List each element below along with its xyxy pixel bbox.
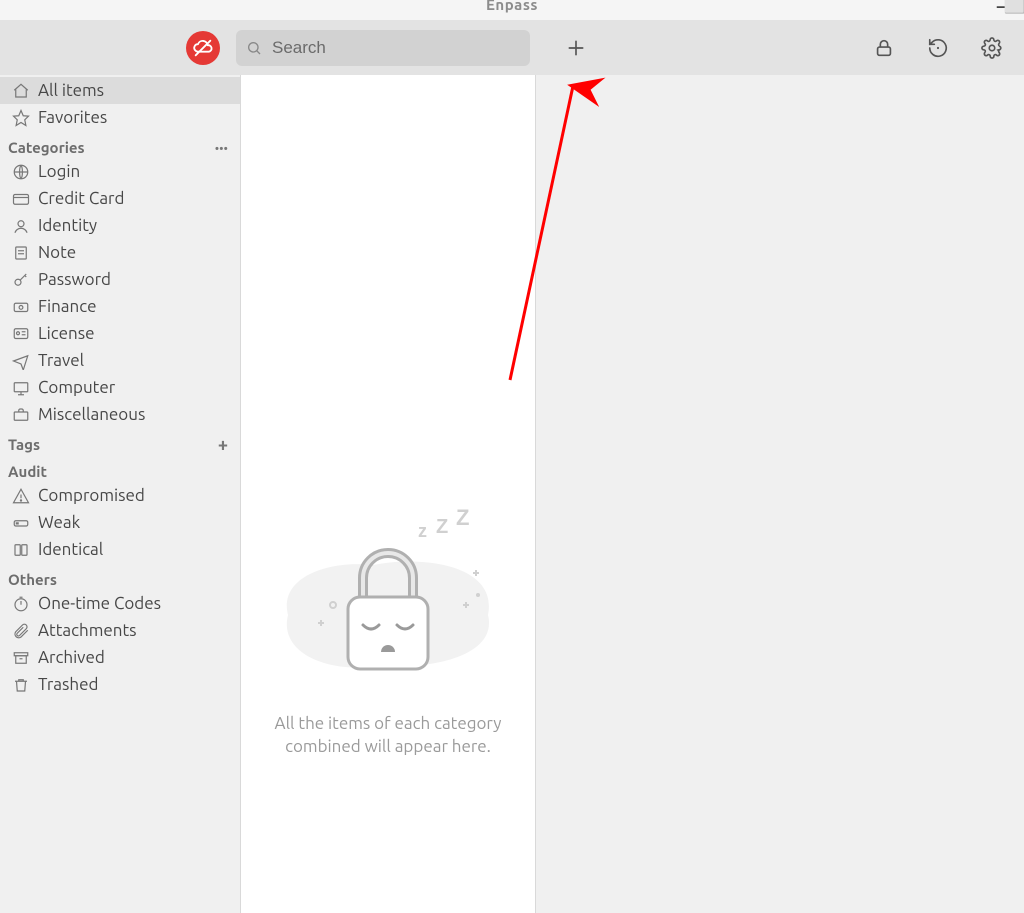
- sidebar-header-tags: Tags +: [0, 428, 240, 455]
- sidebar-item-license[interactable]: License: [0, 320, 240, 347]
- add-tag-button[interactable]: +: [218, 440, 228, 450]
- detail-pane: [536, 75, 1024, 913]
- sync-button[interactable]: [926, 36, 950, 60]
- globe-icon: [12, 163, 30, 181]
- warning-icon: [12, 487, 30, 505]
- sidebar-item-label: Travel: [38, 351, 84, 370]
- sidebar-item-credit-card[interactable]: Credit Card: [0, 185, 240, 212]
- sidebar-item-label: Miscellaneous: [38, 405, 145, 424]
- sidebar-item-label: Compromised: [38, 486, 145, 505]
- sidebar-item-label: All items: [38, 81, 104, 100]
- sidebar-item-label: Login: [38, 162, 80, 181]
- main-toolbar: [0, 20, 1024, 75]
- timer-icon: [12, 595, 30, 613]
- add-item-button[interactable]: [560, 32, 592, 64]
- sidebar-item-label: Finance: [38, 297, 96, 316]
- sidebar-item-identity[interactable]: Identity: [0, 212, 240, 239]
- sidebar-item-label: Archived: [38, 648, 105, 667]
- travel-icon: [12, 352, 30, 370]
- sidebar-item-weak[interactable]: Weak: [0, 509, 240, 536]
- sidebar-item-travel[interactable]: Travel: [0, 347, 240, 374]
- sidebar-item-all-items[interactable]: All items: [0, 77, 240, 104]
- sidebar-item-miscellaneous[interactable]: Miscellaneous: [0, 401, 240, 428]
- item-list-pane: z Z Z All the items of each category com…: [241, 75, 536, 913]
- svg-text:z: z: [418, 521, 427, 541]
- key-icon: [12, 271, 30, 289]
- sidebar-item-label: License: [38, 324, 95, 343]
- star-icon: [12, 109, 30, 127]
- identity-icon: [12, 217, 30, 235]
- license-icon: [12, 325, 30, 343]
- sidebar-item-computer[interactable]: Computer: [0, 374, 240, 401]
- search-field[interactable]: [236, 30, 530, 66]
- svg-text:Z: Z: [456, 505, 469, 530]
- weak-icon: [12, 514, 30, 532]
- lock-button[interactable]: [872, 36, 896, 60]
- sidebar-item-otp[interactable]: One-time Codes: [0, 590, 240, 617]
- sidebar-item-finance[interactable]: Finance: [0, 293, 240, 320]
- computer-icon: [12, 379, 30, 397]
- search-input[interactable]: [272, 38, 520, 58]
- sidebar-item-label: Note: [38, 243, 76, 262]
- sidebar-item-label: One-time Codes: [38, 594, 161, 613]
- finance-icon: [12, 298, 30, 316]
- credit-card-icon: [12, 190, 30, 208]
- sidebar-item-label: Favorites: [38, 108, 107, 127]
- search-icon: [246, 40, 262, 56]
- sidebar-item-attachments[interactable]: Attachments: [0, 617, 240, 644]
- sidebar-item-label: Identity: [38, 216, 97, 235]
- home-icon: [12, 82, 30, 100]
- sleeping-lock-icon: z Z Z: [263, 505, 513, 695]
- sidebar-item-label: Credit Card: [38, 189, 124, 208]
- sidebar: All items Favorites Categories ··· Login…: [0, 75, 241, 913]
- sidebar-item-favorites[interactable]: Favorites: [0, 104, 240, 131]
- sidebar-item-label: Identical: [38, 540, 103, 559]
- sidebar-item-compromised[interactable]: Compromised: [0, 482, 240, 509]
- empty-state: z Z Z All the items of each category com…: [241, 505, 535, 759]
- note-icon: [12, 244, 30, 262]
- sidebar-item-label: Computer: [38, 378, 115, 397]
- sidebar-item-login[interactable]: Login: [0, 158, 240, 185]
- window-titlebar: Enpass – ⬜: [0, 0, 1024, 20]
- archive-icon: [12, 649, 30, 667]
- cloud-sync-disabled-icon[interactable]: [186, 31, 220, 65]
- sidebar-item-password[interactable]: Password: [0, 266, 240, 293]
- sidebar-item-label: Trashed: [38, 675, 98, 694]
- svg-text:Z: Z: [436, 516, 448, 538]
- window-maximize-button[interactable]: ⬜: [1000, 0, 1024, 15]
- paperclip-icon: [12, 622, 30, 640]
- sidebar-header-categories: Categories ···: [0, 131, 240, 158]
- sidebar-item-label: Attachments: [38, 621, 137, 640]
- settings-button[interactable]: [980, 36, 1004, 60]
- sidebar-item-label: Weak: [38, 513, 80, 532]
- categories-more-button[interactable]: ···: [215, 143, 228, 153]
- sidebar-item-identical[interactable]: Identical: [0, 536, 240, 563]
- sidebar-header-audit: Audit: [0, 455, 240, 482]
- empty-state-text: All the items of each category combined …: [275, 713, 502, 759]
- window-title: Enpass: [486, 0, 538, 13]
- sidebar-item-note[interactable]: Note: [0, 239, 240, 266]
- sidebar-item-archived[interactable]: Archived: [0, 644, 240, 671]
- trash-icon: [12, 676, 30, 694]
- identical-icon: [12, 541, 30, 559]
- briefcase-icon: [12, 406, 30, 424]
- sidebar-item-trashed[interactable]: Trashed: [0, 671, 240, 698]
- sidebar-header-others: Others: [0, 563, 240, 590]
- sidebar-item-label: Password: [38, 270, 111, 289]
